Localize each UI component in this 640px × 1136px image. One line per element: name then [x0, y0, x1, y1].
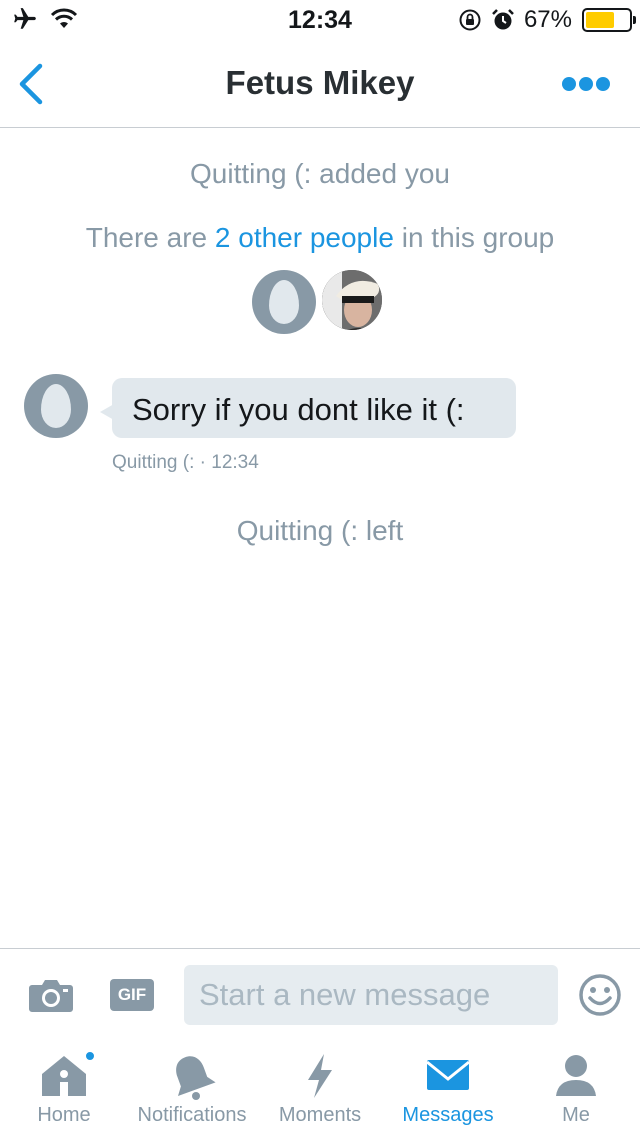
- left-notice: Quitting (: left: [236, 515, 404, 546]
- notification-dot: [84, 1050, 96, 1062]
- group-members-avatars[interactable]: [252, 268, 392, 334]
- group-info-prefix: There are: [85, 222, 215, 253]
- nav-bar: Fetus Mikey: [0, 40, 640, 128]
- status-bar: 12:34 67%: [0, 0, 640, 40]
- more-options-button[interactable]: [562, 74, 610, 94]
- profile-photo: [322, 270, 382, 330]
- more-dots-icon: [562, 77, 610, 91]
- conversation-title: Fetus Mikey: [225, 64, 415, 101]
- tab-bar: Home Notifications Moments Messages Me: [0, 1040, 640, 1136]
- tab-label: Home: [37, 1104, 91, 1126]
- avatar[interactable]: [252, 270, 316, 334]
- tab-label: Notifications: [137, 1104, 247, 1126]
- tab-notifications[interactable]: Notifications: [128, 1040, 256, 1136]
- message-bubble[interactable]: Sorry if you dont like it (:: [112, 378, 516, 438]
- added-notice: Quitting (: added you: [190, 158, 450, 189]
- battery-icon: [582, 8, 636, 32]
- emoji-icon: [579, 974, 621, 1016]
- tab-home[interactable]: Home: [0, 1040, 128, 1136]
- group-info-suffix: in this group: [393, 222, 555, 253]
- bell-icon: [176, 1056, 216, 1100]
- message-meta: Quitting (: · 12:34: [112, 452, 259, 473]
- alarm-icon: [492, 9, 514, 30]
- battery-percent: 67%: [523, 6, 572, 33]
- tab-label: Moments: [278, 1104, 362, 1126]
- other-people-link[interactable]: 2 other people: [215, 222, 394, 253]
- avatar[interactable]: [24, 374, 88, 438]
- lightning-icon: [308, 1054, 332, 1098]
- tab-messages[interactable]: Messages: [384, 1040, 512, 1136]
- camera-icon: [29, 980, 73, 1012]
- battery-fill: [586, 12, 615, 28]
- camera-button[interactable]: [28, 977, 74, 1013]
- person-icon: [556, 1055, 596, 1096]
- status-right: 67%: [458, 6, 636, 34]
- home-icon: [42, 1056, 86, 1096]
- message-input[interactable]: [184, 965, 558, 1025]
- envelope-icon: [426, 1060, 470, 1090]
- composer: GIF: [0, 948, 640, 1040]
- tab-label: Messages: [402, 1104, 494, 1126]
- emoji-button[interactable]: [578, 973, 622, 1017]
- gif-button[interactable]: GIF: [110, 979, 154, 1011]
- group-info: There are 2 other people in this group: [0, 222, 640, 254]
- avatar[interactable]: [320, 268, 384, 332]
- rotation-lock-icon: [459, 9, 481, 31]
- tab-label: Me: [562, 1104, 590, 1126]
- tab-moments[interactable]: Moments: [256, 1040, 384, 1136]
- tab-me[interactable]: Me: [512, 1040, 640, 1136]
